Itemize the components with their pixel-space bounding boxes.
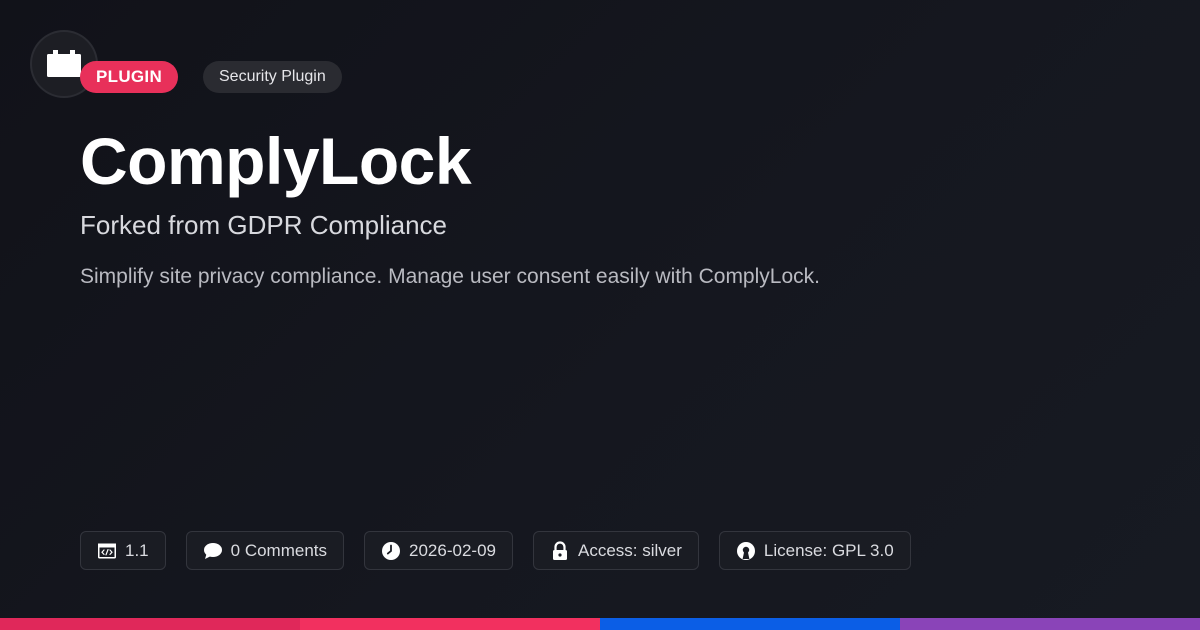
category-badge[interactable]: Security Plugin	[203, 61, 342, 93]
access-text: Access: silver	[577, 540, 682, 560]
bottom-color-bar	[0, 618, 1200, 630]
color-bar-segment	[900, 618, 1200, 630]
clock-icon	[381, 541, 401, 561]
color-bar-segment	[0, 618, 300, 630]
date-chip: 2026-02-09	[364, 531, 513, 570]
license-chip[interactable]: License: GPL 3.0	[718, 531, 911, 570]
comments-text: 0 Comments	[230, 540, 328, 560]
page-subtitle: Forked from GDPR Compliance	[80, 210, 447, 240]
plugin-box-icon	[47, 50, 81, 77]
version-text: 1.1	[125, 540, 149, 560]
license-text: License: GPL 3.0	[763, 540, 894, 560]
date-text: 2026-02-09	[409, 540, 496, 560]
comments-chip[interactable]: 0 Comments	[185, 531, 345, 570]
open-source-icon	[736, 541, 756, 561]
comment-bubble-icon	[203, 541, 223, 561]
lock-icon	[550, 540, 570, 561]
page-description: Simplify site privacy compliance. Manage…	[80, 265, 820, 288]
color-bar-segment	[300, 618, 600, 630]
page-title: ComplyLock	[80, 124, 472, 198]
access-chip: Access: silver	[532, 531, 699, 570]
plugin-type-badge: PLUGIN	[80, 61, 179, 93]
version-chip: 1.1	[80, 531, 166, 570]
color-bar-segment	[600, 618, 900, 630]
meta-row: 1.1 0 Comments 2026-02-09 Access: silver…	[80, 531, 911, 570]
code-window-icon	[97, 541, 117, 561]
